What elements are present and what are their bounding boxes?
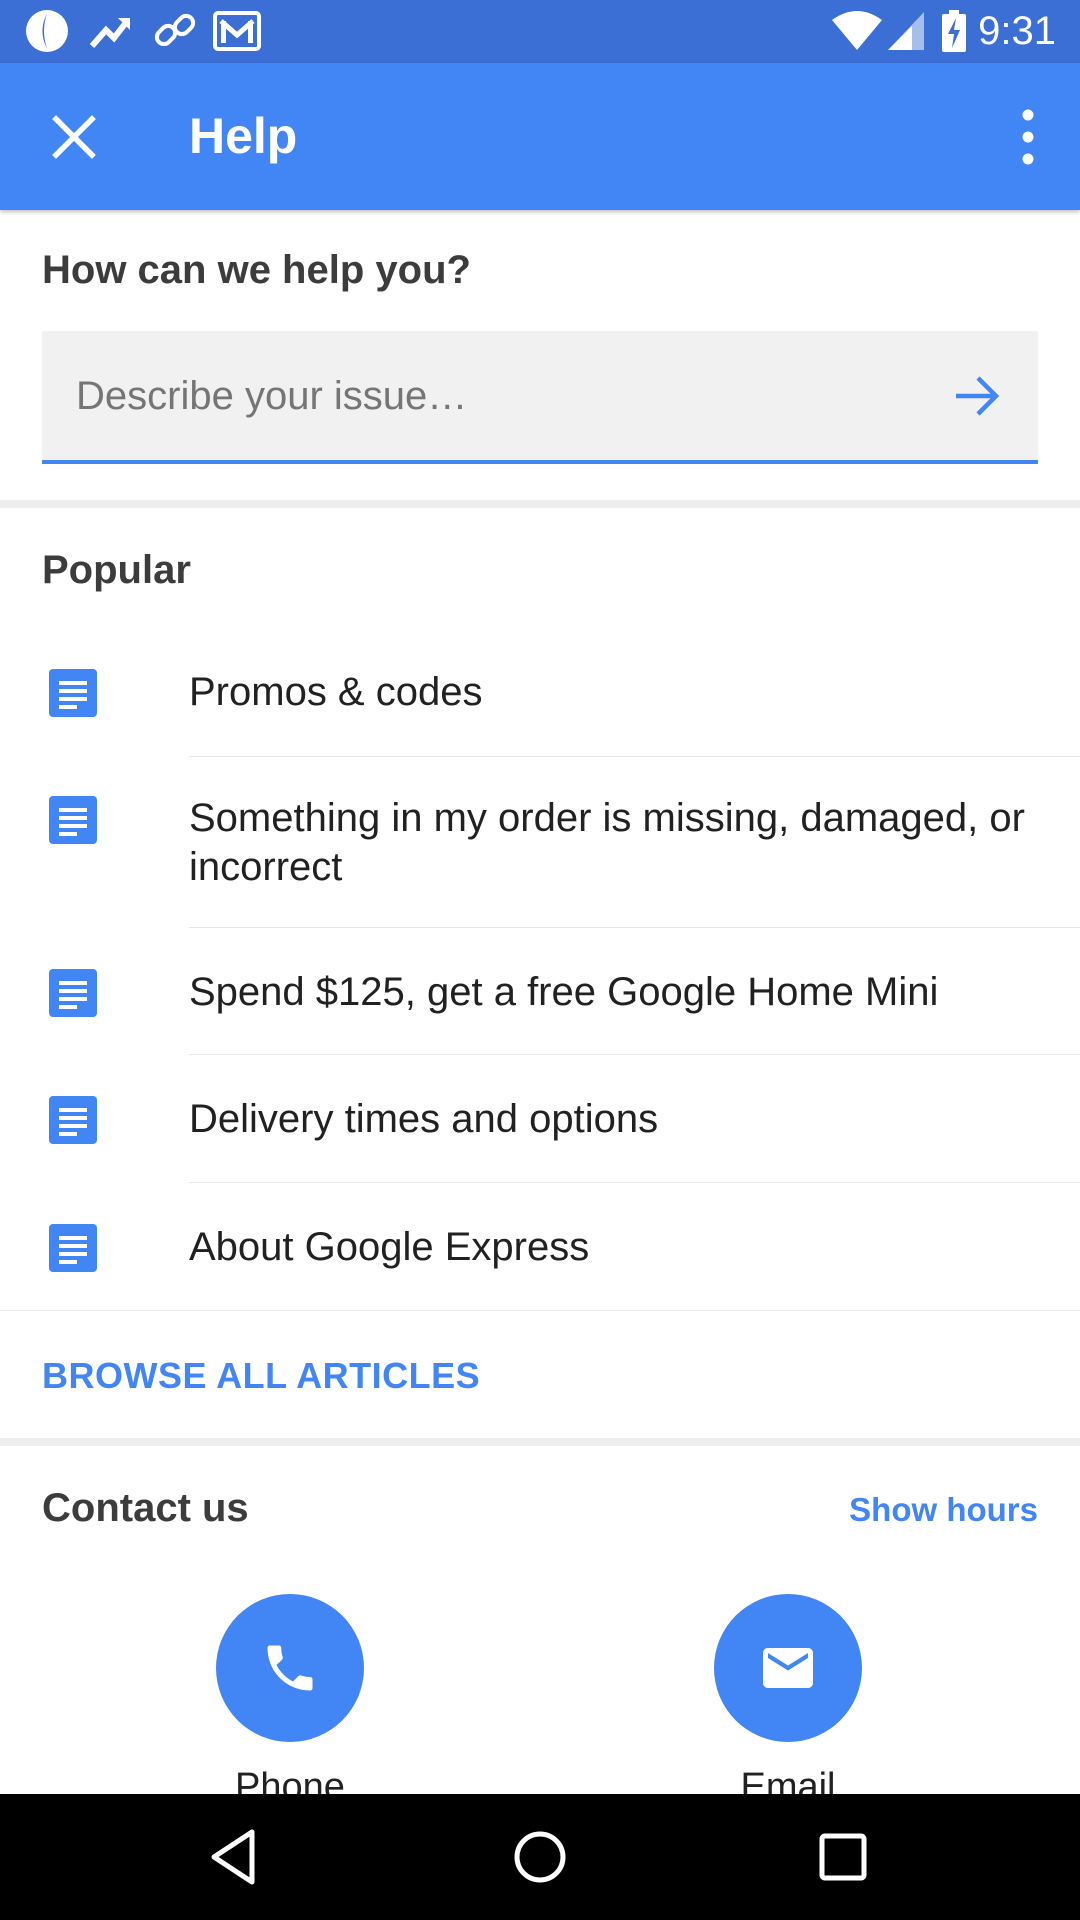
list-item[interactable]: About Google Express: [0, 1183, 1080, 1310]
list-item-label: Spend $125, get a free Google Home Mini: [189, 970, 939, 1014]
article-icon: [49, 669, 97, 717]
list-item-label: About Google Express: [189, 1225, 590, 1269]
clock-time: 9:31: [978, 9, 1056, 53]
list-item[interactable]: Delivery times and options: [0, 1055, 1080, 1182]
list-item[interactable]: Promos & codes: [0, 630, 1080, 756]
help-heading: How can we help you?: [42, 248, 471, 292]
system-nav-bar: [0, 1794, 1080, 1920]
list-item-label: Something in my order is missing, damage…: [189, 796, 1025, 889]
back-icon[interactable]: [204, 1824, 270, 1890]
search-field[interactable]: [42, 331, 1038, 464]
gmail-icon: [213, 11, 261, 51]
list-item[interactable]: Something in my order is missing, damage…: [0, 757, 1080, 927]
list-item-label: Promos & codes: [189, 670, 483, 714]
arrow-forward-icon[interactable]: [952, 373, 1002, 419]
show-hours-link[interactable]: Show hours: [849, 1491, 1038, 1529]
link-icon: [154, 13, 196, 47]
divider: [0, 1310, 1080, 1311]
article-icon: [49, 796, 97, 844]
trending-icon: [89, 18, 131, 48]
recents-icon[interactable]: [810, 1824, 876, 1890]
wifi-icon: [832, 11, 882, 50]
email-icon: [763, 1648, 813, 1688]
battery-charging-icon: [942, 10, 966, 52]
list-item[interactable]: Spend $125, get a free Google Home Mini: [0, 928, 1080, 1054]
close-icon[interactable]: [44, 107, 104, 167]
contact-heading: Contact us: [42, 1486, 249, 1530]
article-icon: [49, 969, 97, 1017]
popular-heading: Popular: [42, 548, 191, 592]
signal-icon: [888, 12, 924, 50]
page-title: Help: [189, 108, 298, 164]
email-button[interactable]: [714, 1594, 862, 1742]
drop-icon: [26, 10, 68, 52]
home-icon[interactable]: [507, 1824, 573, 1890]
phone-button[interactable]: [216, 1594, 364, 1742]
list-item-label: Delivery times and options: [189, 1097, 659, 1141]
phone-icon: [267, 1645, 313, 1691]
more-vert-icon[interactable]: [1006, 103, 1050, 171]
app-bar: Help: [0, 63, 1080, 210]
article-icon: [49, 1096, 97, 1144]
article-icon: [49, 1224, 97, 1272]
status-bar: 9:31: [0, 0, 1080, 63]
search-input[interactable]: [74, 331, 938, 462]
browse-all-articles-link[interactable]: BROWSE ALL ARTICLES: [42, 1355, 480, 1397]
